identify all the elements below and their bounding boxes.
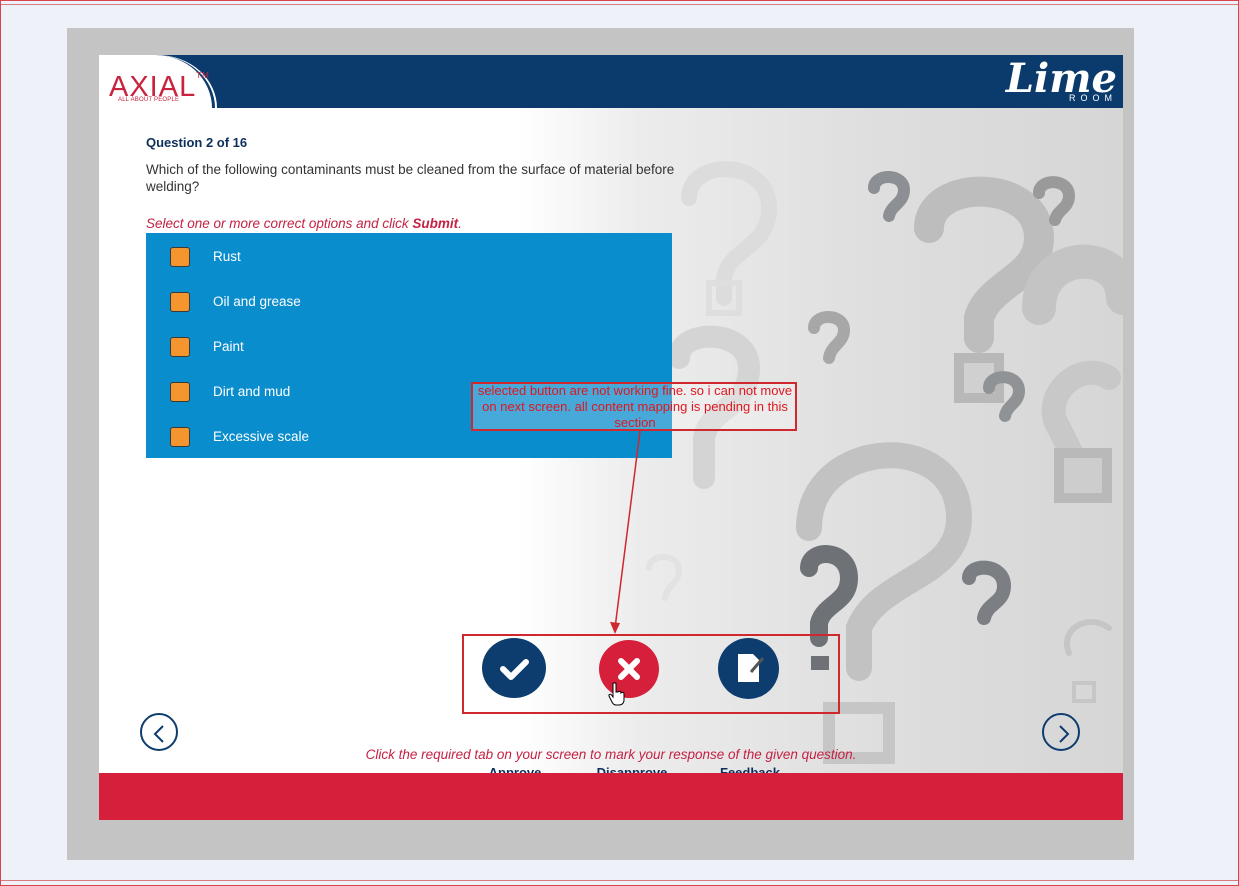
checkbox[interactable] xyxy=(170,337,190,357)
axial-logo-tagline: ALL ABOUT PEOPLE xyxy=(118,97,180,103)
previous-button[interactable] xyxy=(140,713,178,751)
axial-logo: AXIALTM ALL ABOUT PEOPLE xyxy=(99,55,217,108)
option-label: Dirt and mud xyxy=(213,384,291,399)
option-label: Oil and grease xyxy=(213,294,301,309)
option-label: Paint xyxy=(213,339,244,354)
checkbox[interactable] xyxy=(170,382,190,402)
next-button[interactable] xyxy=(1042,713,1080,751)
checkbox[interactable] xyxy=(170,247,190,267)
instruction-submit-word: Submit xyxy=(412,216,459,231)
option-label: Excessive scale xyxy=(213,429,310,444)
annotation-highlight-box xyxy=(462,634,840,714)
instruction-text: Select one or more correct options and c… xyxy=(146,216,413,231)
lime-logo-sub: ROOM xyxy=(1069,93,1117,103)
course-header: AXIALTM ALL ABOUT PEOPLE Lime ROOM xyxy=(99,55,1123,108)
axial-logo-tm: TM xyxy=(196,71,210,80)
checkbox[interactable] xyxy=(170,427,190,447)
footer-bar xyxy=(99,773,1123,820)
option-label: Rust xyxy=(213,249,241,264)
question-counter: Question 2 of 16 xyxy=(146,135,248,150)
footer-instruction: Click the required tab on your screen to… xyxy=(365,747,857,762)
annotation-comment-text: selected button are not working fine. so… xyxy=(477,383,793,430)
instruction-suffix: . xyxy=(458,216,462,231)
question-text: Which of the following contaminants must… xyxy=(146,162,675,194)
hand-cursor-icon xyxy=(608,682,625,706)
question-instruction: Select one or more correct options and c… xyxy=(146,216,462,231)
checkbox[interactable] xyxy=(170,292,190,312)
